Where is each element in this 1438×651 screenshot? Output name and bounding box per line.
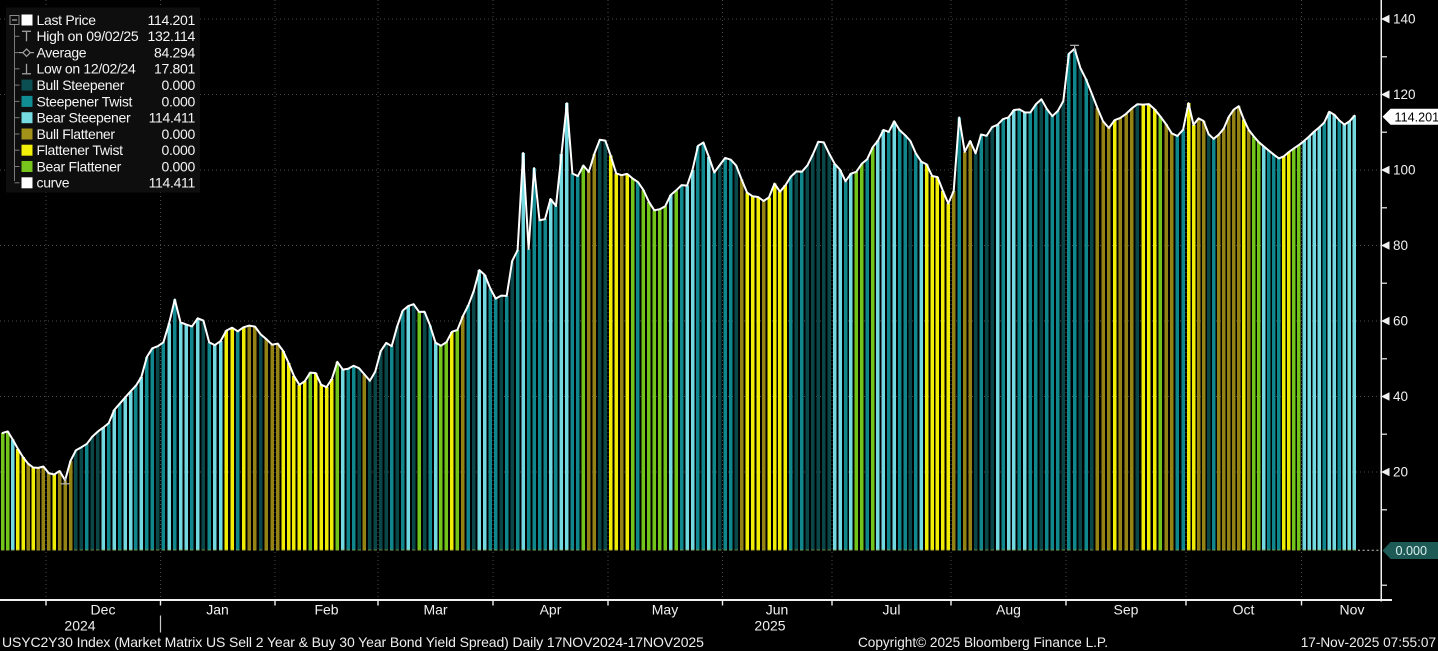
svg-text:2024: 2024 bbox=[64, 618, 95, 634]
svg-text:Average: Average bbox=[37, 45, 87, 61]
svg-text:60: 60 bbox=[1393, 314, 1408, 329]
svg-text:40: 40 bbox=[1393, 389, 1408, 404]
svg-text:114.201: 114.201 bbox=[148, 12, 196, 28]
svg-text:120: 120 bbox=[1393, 87, 1416, 102]
svg-text:Aug: Aug bbox=[996, 602, 1021, 618]
svg-text:High on 09/02/25: High on 09/02/25 bbox=[37, 28, 139, 44]
svg-text:132.114: 132.114 bbox=[148, 28, 196, 44]
svg-text:USYC2Y30 Index (Market Matrix: USYC2Y30 Index (Market Matrix US Sell 2 … bbox=[2, 634, 704, 650]
svg-text:Apr: Apr bbox=[540, 602, 562, 618]
svg-text:17-Nov-2025 07:55:07: 17-Nov-2025 07:55:07 bbox=[1301, 635, 1436, 650]
svg-text:May: May bbox=[652, 602, 678, 618]
svg-text:Steepener Twist: Steepener Twist bbox=[37, 93, 133, 109]
svg-text:Oct: Oct bbox=[1233, 602, 1255, 618]
svg-text:Dec: Dec bbox=[91, 602, 116, 618]
svg-text:Mar: Mar bbox=[423, 602, 447, 618]
svg-text:80: 80 bbox=[1393, 238, 1408, 253]
svg-text:Bull Steepener: Bull Steepener bbox=[37, 77, 125, 93]
svg-text:Bull Flattener: Bull Flattener bbox=[37, 126, 116, 142]
svg-text:140: 140 bbox=[1393, 12, 1416, 27]
svg-text:100: 100 bbox=[1393, 163, 1416, 178]
svg-text:114.411: 114.411 bbox=[149, 110, 196, 126]
svg-text:0.000: 0.000 bbox=[161, 126, 195, 142]
svg-text:Last Price: Last Price bbox=[37, 12, 97, 28]
svg-text:curve: curve bbox=[37, 175, 70, 191]
svg-text:Feb: Feb bbox=[314, 602, 338, 618]
svg-text:Low on 12/02/24: Low on 12/02/24 bbox=[37, 61, 137, 77]
svg-text:0.000: 0.000 bbox=[161, 142, 195, 158]
svg-text:20: 20 bbox=[1393, 465, 1408, 480]
svg-text:Bear Steepener: Bear Steepener bbox=[37, 110, 132, 126]
svg-text:Flattener Twist: Flattener Twist bbox=[37, 142, 124, 158]
svg-text:0.000: 0.000 bbox=[161, 93, 195, 109]
svg-text:Nov: Nov bbox=[1340, 602, 1365, 618]
svg-text:Sep: Sep bbox=[1114, 602, 1139, 618]
svg-text:Jul: Jul bbox=[883, 602, 901, 618]
svg-text:84.294: 84.294 bbox=[154, 45, 196, 61]
svg-text:0.000: 0.000 bbox=[161, 77, 195, 93]
svg-text:Bear Flattener: Bear Flattener bbox=[37, 158, 122, 174]
svg-text:0.000: 0.000 bbox=[161, 158, 195, 174]
svg-text:Copyright© 2025 Bloomberg Fina: Copyright© 2025 Bloomberg Finance L.P. bbox=[858, 635, 1108, 650]
svg-text:17.801: 17.801 bbox=[154, 61, 196, 77]
svg-text:Jan: Jan bbox=[206, 602, 229, 618]
svg-text:114.201: 114.201 bbox=[1395, 110, 1438, 124]
svg-text:2025: 2025 bbox=[754, 618, 785, 634]
svg-text:Jun: Jun bbox=[766, 602, 789, 618]
svg-text:0.000: 0.000 bbox=[1396, 544, 1428, 558]
svg-text:114.411: 114.411 bbox=[149, 175, 196, 191]
